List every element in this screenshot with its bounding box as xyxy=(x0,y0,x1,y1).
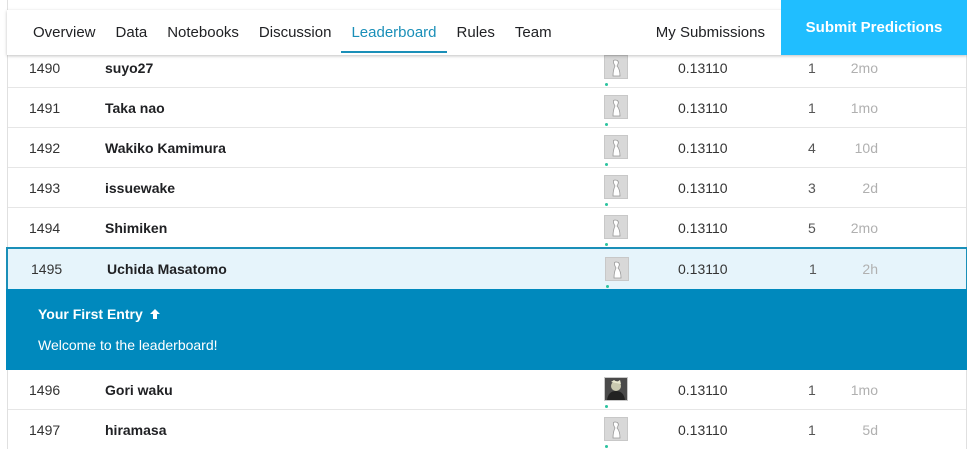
entries-cell: 1 xyxy=(808,422,816,438)
arrow-up-icon xyxy=(149,309,160,319)
team-avatar[interactable] xyxy=(604,417,630,448)
score-cell: 0.13110 xyxy=(678,100,728,116)
team-avatar[interactable] xyxy=(604,95,630,126)
team-name-link[interactable]: issuewake xyxy=(105,168,175,208)
rank-cell: 1492 xyxy=(29,140,61,156)
table-row[interactable]: 1492 Wakiko Kamimura 0.13110 4 10d xyxy=(8,128,966,168)
tab-team[interactable]: Team xyxy=(505,10,562,55)
team-name-link[interactable]: Uchida Masatomo xyxy=(107,249,227,289)
team-avatar[interactable] xyxy=(604,215,630,246)
tier-dot xyxy=(606,285,609,288)
score-cell: 0.13110 xyxy=(678,422,728,438)
score-cell: 0.13110 xyxy=(678,261,728,277)
table-row[interactable]: 1494 Shimiken 0.13110 5 2mo xyxy=(8,208,966,248)
default-avatar-icon xyxy=(604,55,628,79)
default-avatar-icon xyxy=(604,417,628,441)
score-cell: 0.13110 xyxy=(678,140,728,156)
team-name-link[interactable]: Wakiko Kamimura xyxy=(105,128,226,168)
team-avatar[interactable] xyxy=(604,175,630,206)
entries-cell: 4 xyxy=(808,140,816,156)
nav-tabs: Overview Data Notebooks Discussion Leade… xyxy=(7,10,562,55)
tab-leaderboard[interactable]: Leaderboard xyxy=(341,10,447,55)
entries-cell: 5 xyxy=(808,220,816,236)
tab-notebooks[interactable]: Notebooks xyxy=(157,10,249,55)
rank-cell: 1493 xyxy=(29,180,61,196)
team-name-link[interactable]: Shimiken xyxy=(105,208,167,248)
team-avatar[interactable] xyxy=(605,257,631,288)
default-avatar-icon xyxy=(604,95,628,119)
table-row[interactable]: 1497 hiramasa 0.13110 1 5d xyxy=(8,410,966,449)
entries-cell: 1 xyxy=(808,100,816,116)
tier-dot xyxy=(605,243,608,246)
last-submission-cell: 2mo xyxy=(850,220,878,236)
entries-cell: 1 xyxy=(808,382,816,398)
last-submission-cell: 2h xyxy=(862,261,878,277)
my-submissions-link[interactable]: My Submissions xyxy=(656,10,781,55)
tier-dot xyxy=(605,83,608,86)
competition-nav-bar: Overview Data Notebooks Discussion Leade… xyxy=(7,0,967,55)
score-cell: 0.13110 xyxy=(678,382,728,398)
tab-rules[interactable]: Rules xyxy=(447,10,505,55)
leaderboard-table: 1490 suyo27 0.13110 1 2mo 1491 Taka nao … xyxy=(6,0,967,449)
your-entry-row[interactable]: 1495 Uchida Masatomo 0.13110 1 2h xyxy=(6,247,967,289)
team-name-link[interactable]: Gori waku xyxy=(105,370,173,410)
score-cell: 0.13110 xyxy=(678,180,728,196)
last-submission-cell: 5d xyxy=(862,422,878,438)
default-avatar-icon xyxy=(604,135,628,159)
tab-overview[interactable]: Overview xyxy=(33,10,106,55)
team-avatar[interactable] xyxy=(604,135,630,166)
team-avatar[interactable] xyxy=(604,55,630,86)
tab-data[interactable]: Data xyxy=(106,10,158,55)
table-row[interactable]: 1491 Taka nao 0.13110 1 1mo xyxy=(8,88,966,128)
rank-cell: 1491 xyxy=(29,100,61,116)
banner-title: Your First Entry xyxy=(38,306,967,322)
table-row[interactable]: 1493 issuewake 0.13110 3 2d xyxy=(8,168,966,208)
rank-cell: 1494 xyxy=(29,220,61,236)
user-photo-icon xyxy=(604,377,628,401)
rank-cell: 1497 xyxy=(29,422,61,438)
rank-cell: 1495 xyxy=(31,261,63,277)
last-submission-cell: 2d xyxy=(862,180,878,196)
team-name-link[interactable]: Taka nao xyxy=(105,88,165,128)
last-submission-cell: 1mo xyxy=(850,100,878,116)
score-cell: 0.13110 xyxy=(678,220,728,236)
tier-dot xyxy=(605,405,608,408)
entries-cell: 3 xyxy=(808,180,816,196)
tier-dot xyxy=(605,445,608,448)
rank-cell: 1496 xyxy=(29,382,61,398)
default-avatar-icon xyxy=(604,175,628,199)
default-avatar-icon xyxy=(604,215,628,239)
table-row[interactable]: 1496 Gori waku 0.13110 1 1mo xyxy=(8,370,966,410)
default-avatar-icon xyxy=(605,257,629,281)
tier-dot xyxy=(605,123,608,126)
last-submission-cell: 1mo xyxy=(850,382,878,398)
first-entry-banner: Your First Entry Welcome to the leaderbo… xyxy=(6,289,967,370)
tier-dot xyxy=(605,163,608,166)
last-submission-cell: 10d xyxy=(854,140,878,156)
entries-cell: 1 xyxy=(809,261,817,277)
banner-title-text: Your First Entry xyxy=(38,306,143,322)
tab-discussion[interactable]: Discussion xyxy=(249,10,342,55)
tier-dot xyxy=(605,203,608,206)
banner-message: Welcome to the leaderboard! xyxy=(38,337,218,353)
team-avatar[interactable] xyxy=(604,377,630,408)
team-name-link[interactable]: hiramasa xyxy=(105,410,166,449)
submit-predictions-button[interactable]: Submit Predictions xyxy=(781,0,967,55)
